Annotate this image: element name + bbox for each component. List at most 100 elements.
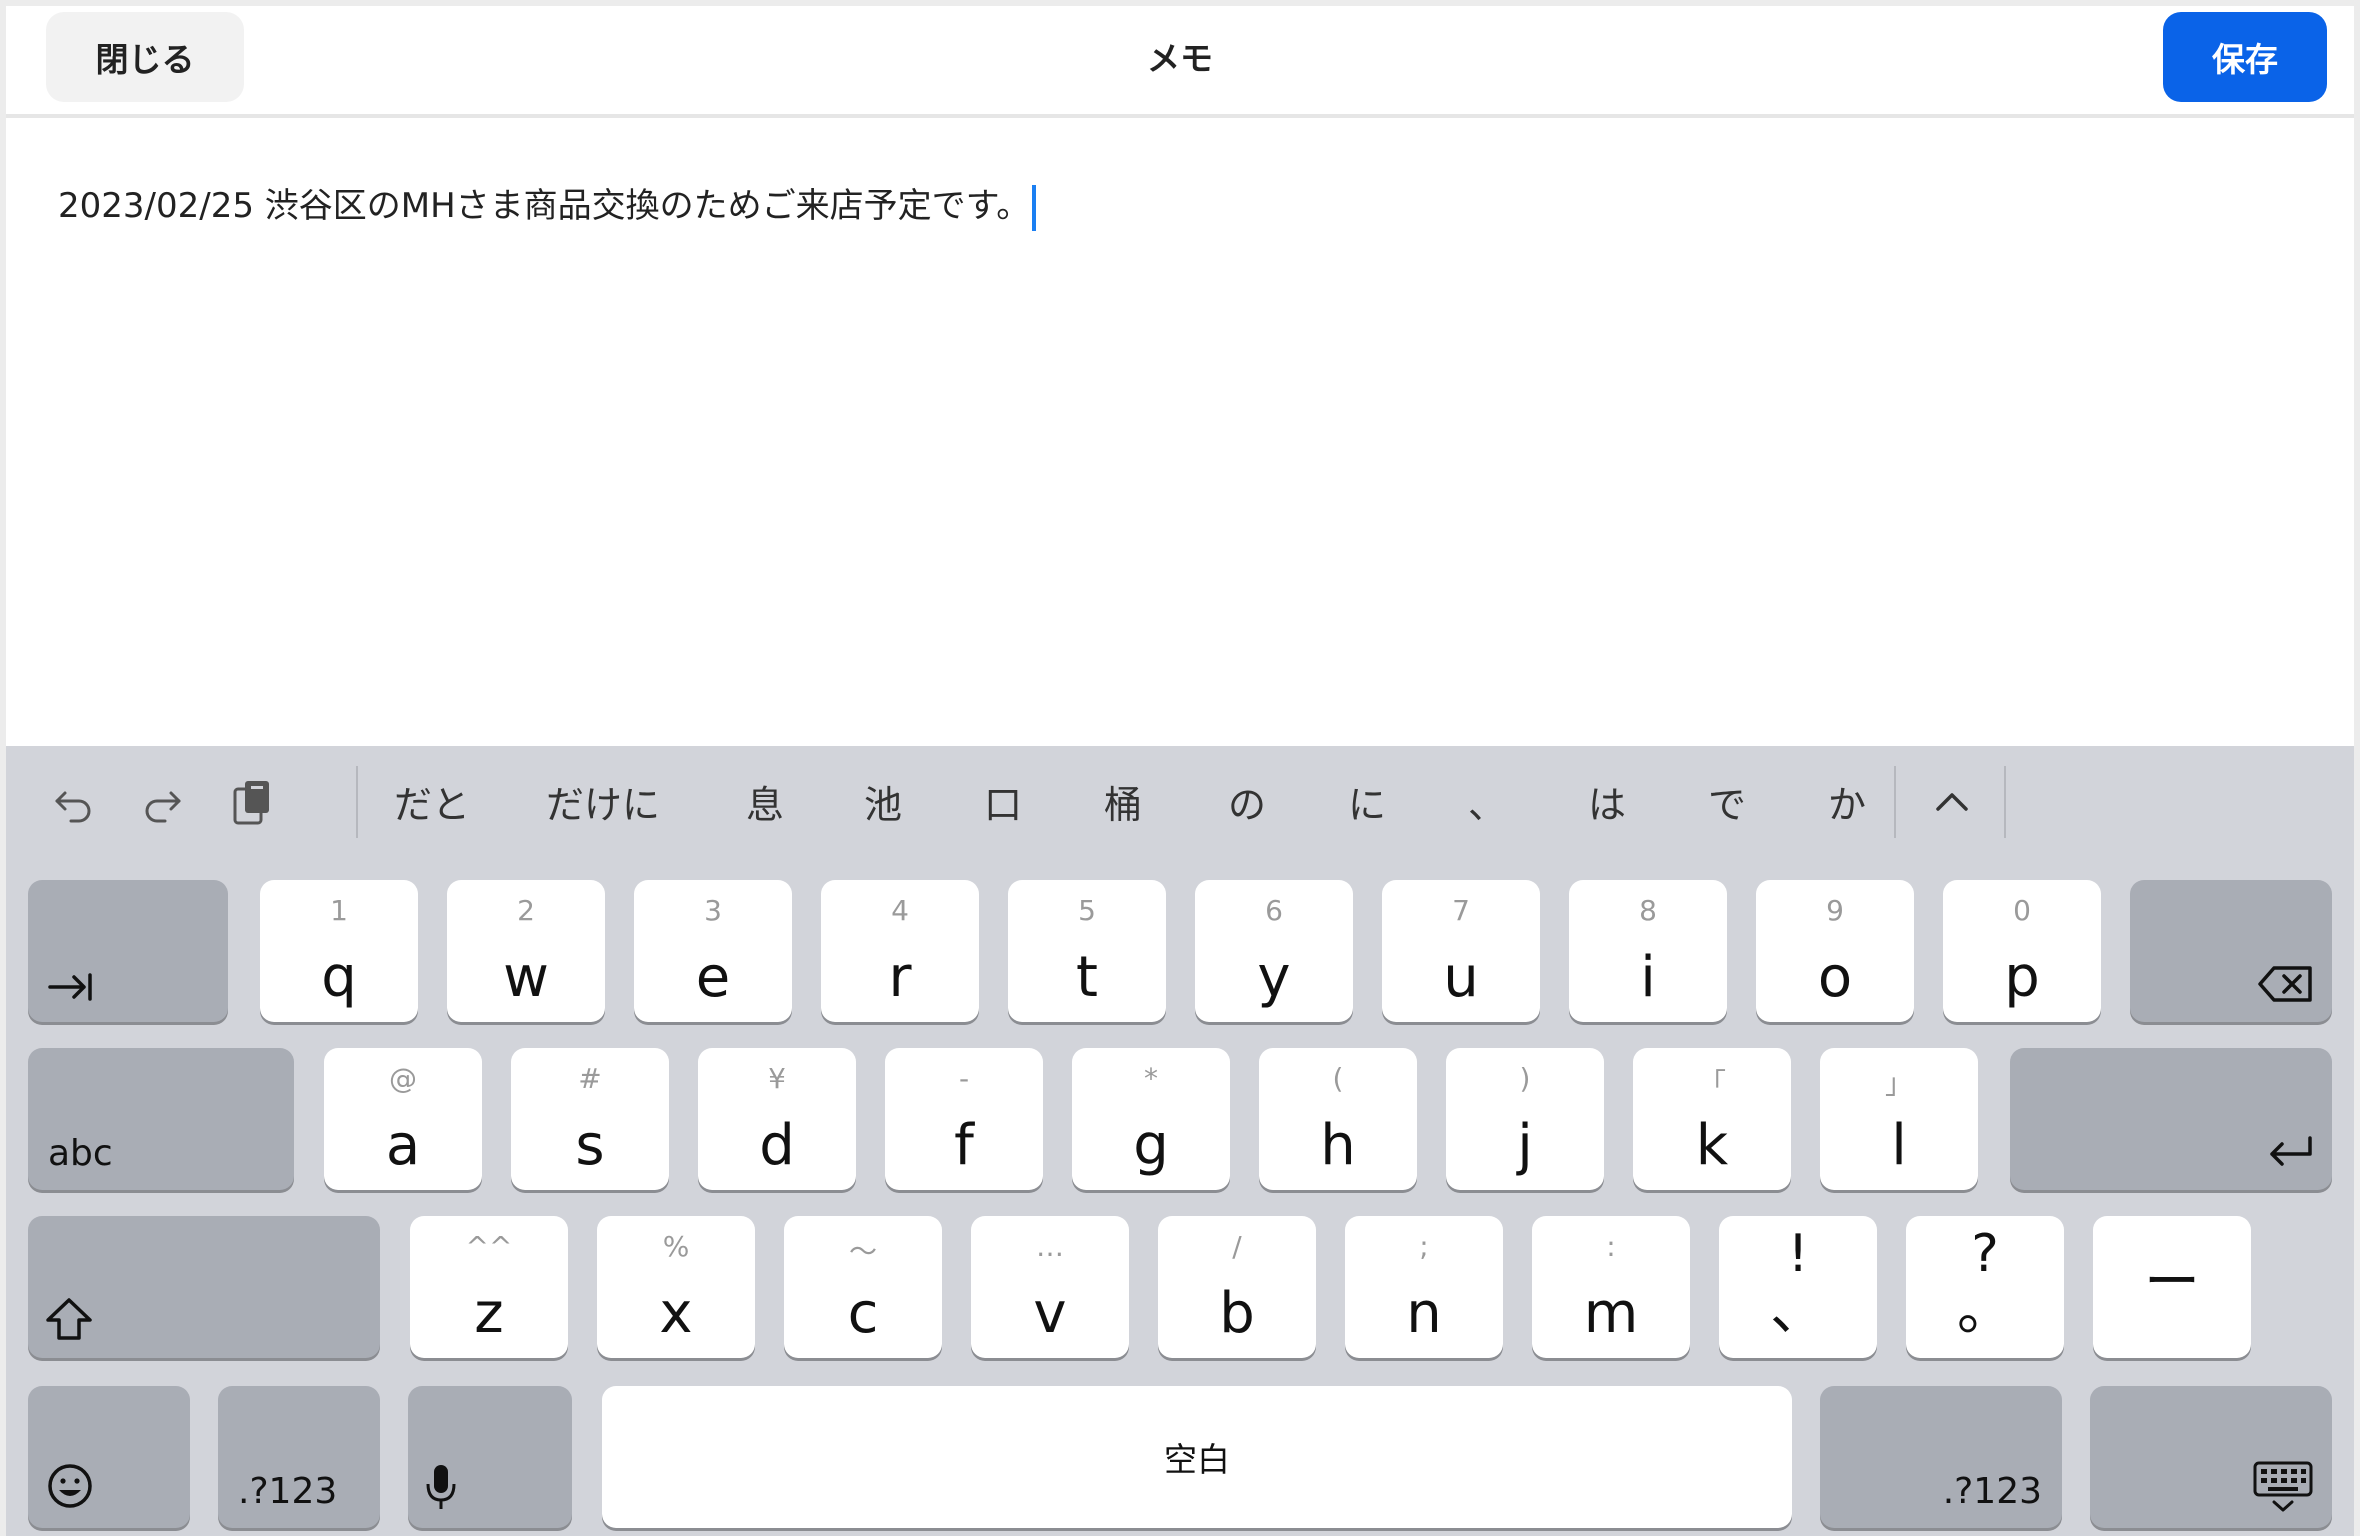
key-label: w [503,945,549,1010]
key-label: i [1640,945,1656,1010]
delete-key[interactable] [2130,880,2332,1022]
key-h[interactable]: (h [1259,1048,1417,1190]
page-title: メモ [1147,39,1213,78]
key-label: e [695,945,731,1010]
key-t[interactable]: 5t [1008,880,1166,1022]
key-e[interactable]: 3e [634,880,792,1022]
key-sub-label: 6 [1265,894,1283,927]
key-w[interactable]: 2w [447,880,605,1022]
candidate-item[interactable]: 桶 [1104,774,1142,829]
key-m[interactable]: :m [1532,1216,1690,1358]
candidate-item[interactable]: は [1588,774,1626,829]
key-p[interactable]: 0p [1943,880,2101,1022]
key-c[interactable]: 〜 c [784,1216,942,1358]
key-l[interactable]: 」 l [1820,1048,1978,1190]
candidate-item[interactable]: 口 [984,774,1022,829]
key-sub-label: % [662,1230,690,1263]
candidate-item[interactable]: 池 [864,774,902,829]
key-label: b [1219,1281,1255,1346]
key-f[interactable]: -f [885,1048,1043,1190]
numbers-key-left[interactable]: .?123 [218,1386,380,1528]
key-sub-label: @ [389,1062,417,1095]
return-key[interactable] [2010,1048,2332,1190]
tab-key[interactable] [28,880,228,1022]
key-label: l [1891,1113,1907,1178]
header-bar: 閉じる メモ 保存 [6,6,2354,116]
key-u[interactable]: 7u [1382,880,1540,1022]
memo-text-area[interactable]: 2023/02/25 渋谷区のMHさま商品交換のためご来店予定です。 [58,178,1037,234]
key-label: c [847,1281,879,1346]
dictation-key[interactable] [408,1386,572,1528]
candidate-item[interactable]: だけに [546,774,660,829]
key-sub-label: 」 [1884,1067,1913,1100]
candidate-item[interactable]: 息 [746,774,784,829]
candidate-item[interactable]: 、 [1468,774,1506,829]
key-y[interactable]: 6y [1195,880,1353,1022]
abc-key[interactable]: abc [28,1048,294,1190]
emoji-key[interactable] [28,1386,190,1528]
shift-icon [44,1296,94,1346]
key-sub-label: - [958,1062,970,1095]
key-sub-label: / [1232,1230,1242,1263]
key-sub-label: ^^ [465,1230,513,1263]
key-label: j [1517,1113,1533,1178]
key-v[interactable]: … v [971,1216,1129,1358]
undo-icon[interactable] [46,774,102,830]
key-label: v [1033,1281,1067,1346]
toolbar-divider [2004,766,2006,838]
key-g[interactable]: * g [1072,1048,1230,1190]
key-a[interactable]: @ a [324,1048,482,1190]
text-cursor [1032,184,1037,231]
key-label: o [1817,945,1853,1010]
key-sub-label: ( [1332,1062,1344,1095]
key-x[interactable]: % x [597,1216,755,1358]
key-d[interactable]: ¥ d [698,1048,856,1190]
key-j[interactable]: ) j [1446,1048,1604,1190]
key-o[interactable]: 9o [1756,880,1914,1022]
chevron-up-icon[interactable] [1924,774,1980,830]
key-sub-label: 4 [891,894,909,927]
key-s[interactable]: # s [511,1048,669,1190]
key-sub-label: * [1144,1062,1158,1095]
key-sub-label: 0 [2013,894,2031,927]
candidate-item[interactable]: か [1828,774,1866,829]
key-b[interactable]: / b [1158,1216,1316,1358]
key-sub-label: ; [1419,1230,1429,1263]
key-label: t [1076,945,1098,1010]
candidate-item[interactable]: で [1708,774,1746,829]
key-label: g [1133,1113,1169,1178]
software-keyboard: だと だけに息池口桶のに、はでか abc .?123 空白 .?123 1 q … [6,746,2354,1536]
header-divider [6,114,2354,118]
redo-icon[interactable] [134,774,190,830]
key-sub-label: ) [1519,1062,1531,1095]
numbers-key-right[interactable]: .?123 [1820,1386,2062,1528]
candidate-item[interactable]: だと [394,774,470,829]
shift-key[interactable] [28,1216,380,1358]
key-label: z [474,1281,504,1346]
key-label: y [1257,945,1291,1010]
space-key[interactable]: 空白 [602,1386,1792,1528]
key-r[interactable]: 4r [821,880,979,1022]
key-sub-label: 1 [330,894,348,927]
keyboard-hide-icon [2252,1460,2314,1518]
key-、[interactable]: !、 [1719,1216,1877,1358]
key-。[interactable]: ?。 [1906,1216,2064,1358]
key-label: f [954,1113,974,1178]
key-i[interactable]: 8i [1569,880,1727,1022]
key-ー[interactable]: ー [2093,1216,2251,1358]
key-sub-label: 7 [1452,894,1470,927]
key-label: q [321,945,357,1010]
candidate-item[interactable]: に [1348,774,1386,829]
key-q[interactable]: 1q [260,880,418,1022]
dismiss-keyboard-key[interactable] [2090,1386,2332,1528]
key-z[interactable]: ^^ z [410,1216,568,1358]
toolbar-divider [356,766,358,838]
key-n[interactable]: ; n [1345,1216,1503,1358]
save-button[interactable]: 保存 [2163,12,2327,102]
clipboard-icon[interactable] [224,774,280,830]
key-k[interactable]: 「k [1633,1048,1791,1190]
space-label: 空白 [1164,1440,1230,1479]
candidate-item[interactable]: の [1228,774,1266,829]
key-label: h [1320,1113,1356,1178]
key-label: k [1695,1113,1729,1178]
